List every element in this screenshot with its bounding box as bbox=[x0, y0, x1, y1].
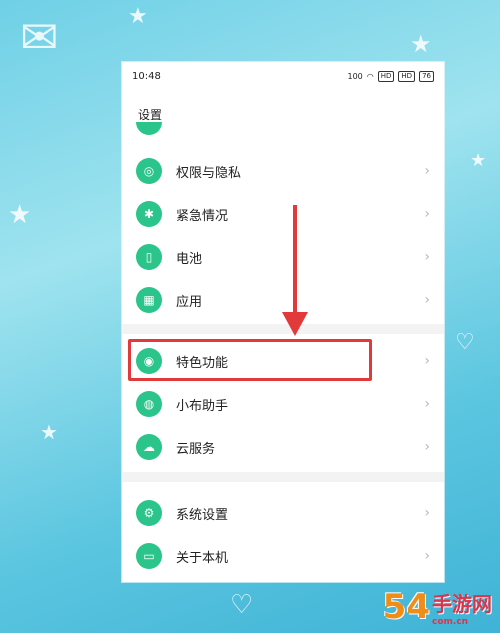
watermark-text: 手游网 bbox=[432, 592, 492, 616]
watermark-domain: com.cn bbox=[432, 617, 469, 627]
star-decoration: ★ bbox=[40, 420, 58, 444]
star-decoration: ★ bbox=[128, 4, 148, 29]
chevron-right-icon: › bbox=[424, 396, 430, 412]
cloud-icon: ☁ bbox=[136, 434, 162, 460]
chevron-right-icon: › bbox=[424, 163, 430, 179]
menu-item-label: 紧急情况 bbox=[176, 208, 229, 224]
chevron-right-icon: › bbox=[424, 548, 430, 564]
wifi-icon: ◠ bbox=[366, 71, 374, 81]
heart-decoration: ♡ bbox=[455, 330, 475, 355]
list-item-partial[interactable] bbox=[122, 122, 444, 136]
menu-item-label: 云服务 bbox=[176, 441, 216, 457]
highlight-box bbox=[128, 339, 372, 381]
chevron-right-icon: › bbox=[424, 505, 430, 521]
star-decoration: ★ bbox=[470, 150, 487, 171]
watermark-number: 54 bbox=[382, 587, 430, 627]
annotation-arrow-shaft bbox=[293, 205, 297, 315]
status-icons: 100 ◠ HD HD 76 bbox=[347, 70, 434, 82]
menu-item-assistant[interactable]: ◍ 小布助手 › bbox=[122, 383, 444, 425]
star-decoration: ★ bbox=[8, 200, 32, 230]
privacy-icon: ◎ bbox=[136, 158, 162, 184]
partial-item-icon bbox=[136, 122, 162, 135]
battery-icon: ▯ bbox=[136, 244, 162, 270]
menu-item-emergency[interactable]: ✱ 紧急情况 › bbox=[122, 193, 444, 235]
menu-item-label: 关于本机 bbox=[176, 550, 229, 566]
site-watermark: 54 手游网 com.cn bbox=[383, 587, 492, 627]
menu-item-cloud[interactable]: ☁ 云服务 › bbox=[122, 426, 444, 468]
chevron-right-icon: › bbox=[424, 292, 430, 308]
menu-item-label: 系统设置 bbox=[176, 507, 229, 523]
hd-badge: HD bbox=[398, 70, 416, 82]
apps-grid-icon: ▦ bbox=[136, 287, 162, 313]
hd-badge: HD bbox=[377, 70, 395, 82]
heart-decoration: ♡ bbox=[230, 590, 254, 620]
chevron-right-icon: › bbox=[424, 249, 430, 265]
annotation-arrow-head bbox=[282, 312, 308, 336]
battery-indicator: 76 bbox=[419, 70, 434, 82]
status-bar: 10:48 100 ◠ HD HD 76 bbox=[122, 62, 444, 90]
menu-item-label: 电池 bbox=[176, 251, 203, 267]
menu-item-label: 小布助手 bbox=[176, 398, 229, 414]
menu-item-label: 权限与隐私 bbox=[176, 165, 242, 181]
system-settings-icon: ⚙ bbox=[136, 500, 162, 526]
star-decoration: ★ bbox=[410, 30, 432, 58]
menu-item-label: 应用 bbox=[176, 294, 203, 310]
menu-item-privacy[interactable]: ◎ 权限与隐私 › bbox=[122, 150, 444, 192]
page-title: 设置 bbox=[138, 108, 163, 122]
assistant-icon: ◍ bbox=[136, 391, 162, 417]
watermark-text-group: 手游网 com.cn bbox=[432, 588, 492, 627]
menu-item-about-phone[interactable]: ▭ 关于本机 › bbox=[122, 535, 444, 577]
menu-item-battery[interactable]: ▯ 电池 › bbox=[122, 236, 444, 278]
chevron-right-icon: › bbox=[424, 439, 430, 455]
status-time: 10:48 bbox=[132, 70, 161, 82]
chevron-right-icon: › bbox=[424, 353, 430, 369]
envelope-decoration: ✉ bbox=[20, 10, 59, 64]
section-divider bbox=[122, 472, 444, 482]
menu-item-system-settings[interactable]: ⚙ 系统设置 › bbox=[122, 492, 444, 534]
chevron-right-icon: › bbox=[424, 206, 430, 222]
emergency-icon: ✱ bbox=[136, 201, 162, 227]
phone-icon: ▭ bbox=[136, 543, 162, 569]
network-speed: 100 bbox=[347, 71, 363, 81]
